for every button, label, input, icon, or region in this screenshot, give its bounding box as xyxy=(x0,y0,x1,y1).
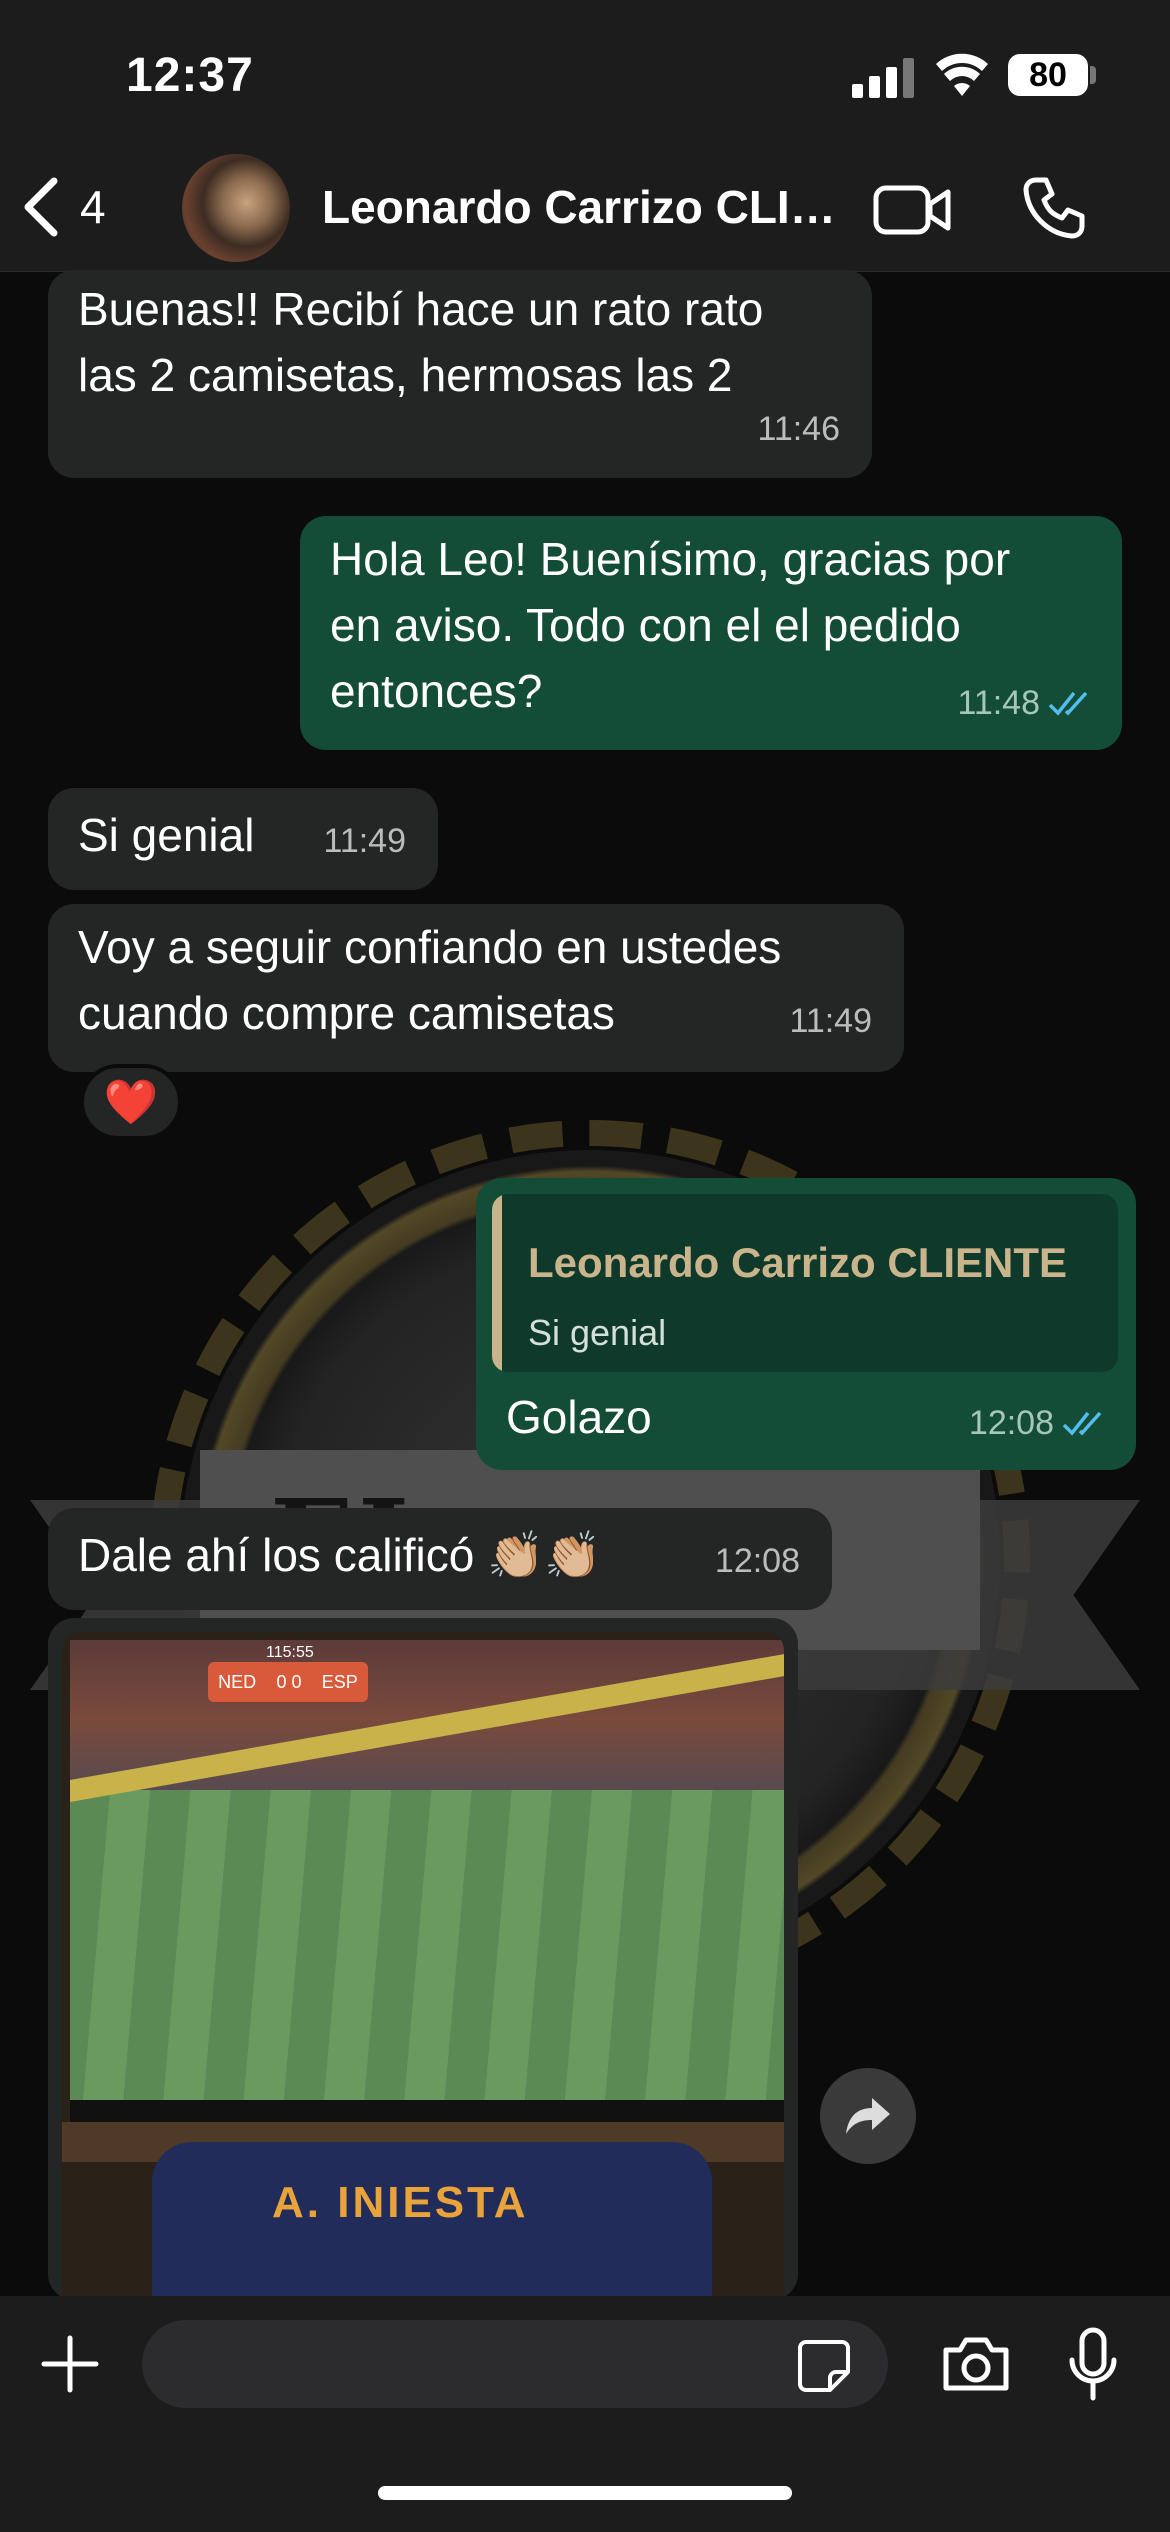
message-line: Buenas!! Recibí hace un rato rato xyxy=(78,283,764,335)
jersey-name: A. INIESTA xyxy=(272,2178,529,2227)
forward-icon xyxy=(846,2098,890,2134)
time-label: 12:08 xyxy=(968,1404,1054,1442)
video-call-icon[interactable] xyxy=(872,180,952,240)
message-line: Golazo xyxy=(506,1391,652,1443)
score: 0 0 xyxy=(276,1671,302,1692)
message-input[interactable] xyxy=(142,2320,888,2408)
wifi-icon xyxy=(936,53,988,96)
message-line: en aviso. Todo con el el pedido xyxy=(330,599,961,651)
message-time: 11:48 xyxy=(957,670,1094,736)
forward-button[interactable] xyxy=(820,2068,916,2164)
battery-indicator: 80 xyxy=(1008,54,1088,96)
contact-avatar[interactable] xyxy=(182,154,290,262)
quoted-text: Si genial xyxy=(528,1312,667,1353)
contact-name[interactable]: Leonardo Carrizo CLIENTE xyxy=(322,180,842,234)
status-time: 12:37 xyxy=(126,49,254,102)
unread-count: 4 xyxy=(80,181,106,233)
back-button[interactable]: 4 xyxy=(18,172,138,242)
message-incoming[interactable]: Buenas!! Recibí hace un rato rato las 2 … xyxy=(48,270,872,478)
time-label: 12:08 xyxy=(714,1542,800,1580)
message-time: 12:08 xyxy=(715,1528,800,1594)
message-outgoing-reply[interactable]: Leonardo Carrizo CLIENTE Si genial Golaz… xyxy=(476,1178,1136,1470)
microphone-icon[interactable] xyxy=(1068,2326,1118,2402)
message-time: 11:46 xyxy=(757,396,840,462)
message-incoming[interactable]: Dale ahí los calificó 👏🏼👏🏼 12:08 xyxy=(48,1508,832,1610)
message-incoming[interactable]: Voy a seguir confiando en ustedes cuando… xyxy=(48,904,904,1072)
message-line: Dale ahí los calificó 👏🏼👏🏼 xyxy=(78,1529,602,1581)
chevron-left-icon xyxy=(24,177,58,237)
team-right: ESP xyxy=(321,1671,358,1692)
message-line: Voy a seguir confiando en ustedes xyxy=(78,921,782,973)
time-label: 11:49 xyxy=(789,1002,872,1040)
double-check-icon xyxy=(1048,691,1088,716)
message-line: Hola Leo! Buenísimo, gracias por xyxy=(330,533,1011,585)
message-line: las 2 camisetas, hermosas las 2 xyxy=(78,349,733,401)
cellular-signal-icon xyxy=(852,56,914,98)
time-label: 11:49 xyxy=(323,822,406,860)
message-time: 11:49 xyxy=(789,988,872,1054)
time-label: 11:46 xyxy=(757,410,840,448)
battery-tip xyxy=(1090,66,1096,84)
home-indicator xyxy=(378,2486,792,2500)
photo-image[interactable]: NED 0 0 ESP 115:55 A. INIESTA xyxy=(62,1632,784,2300)
camera-icon[interactable] xyxy=(940,2334,1012,2394)
photo-message[interactable]: NED 0 0 ESP 115:55 A. INIESTA xyxy=(48,1618,798,2300)
double-check-icon xyxy=(1062,1411,1102,1436)
status-bar: 12:37 80 xyxy=(0,0,1170,150)
sticker-icon[interactable] xyxy=(796,2338,852,2394)
team-left: NED xyxy=(218,1671,257,1692)
plus-icon[interactable] xyxy=(38,2332,102,2396)
scoreboard: NED 0 0 ESP xyxy=(208,1662,368,1702)
phone-icon[interactable] xyxy=(1022,176,1086,240)
message-line: cuando compre camisetas xyxy=(78,987,615,1039)
message-outgoing[interactable]: Hola Leo! Buenísimo, gracias por en avis… xyxy=(300,516,1122,750)
time-label: 11:48 xyxy=(957,684,1040,722)
match-clock: 115:55 xyxy=(266,1644,314,1661)
heart-reaction[interactable]: ❤️ xyxy=(80,1064,182,1140)
tv-screen: NED 0 0 ESP 115:55 xyxy=(70,1640,784,2124)
message-time: 12:08 xyxy=(969,1390,1108,1456)
quoted-message[interactable]: Leonardo Carrizo CLIENTE Si genial xyxy=(492,1194,1118,1372)
quote-accent-bar xyxy=(492,1194,502,1372)
football-pitch xyxy=(70,1790,784,2100)
message-incoming[interactable]: Si genial 11:49 xyxy=(48,788,438,890)
chat-header: 4 Leonardo Carrizo CLIENTE xyxy=(0,150,1170,272)
quoted-author: Leonardo Carrizo CLIENTE xyxy=(528,1239,1068,1286)
message-time: 11:49 xyxy=(323,808,406,874)
